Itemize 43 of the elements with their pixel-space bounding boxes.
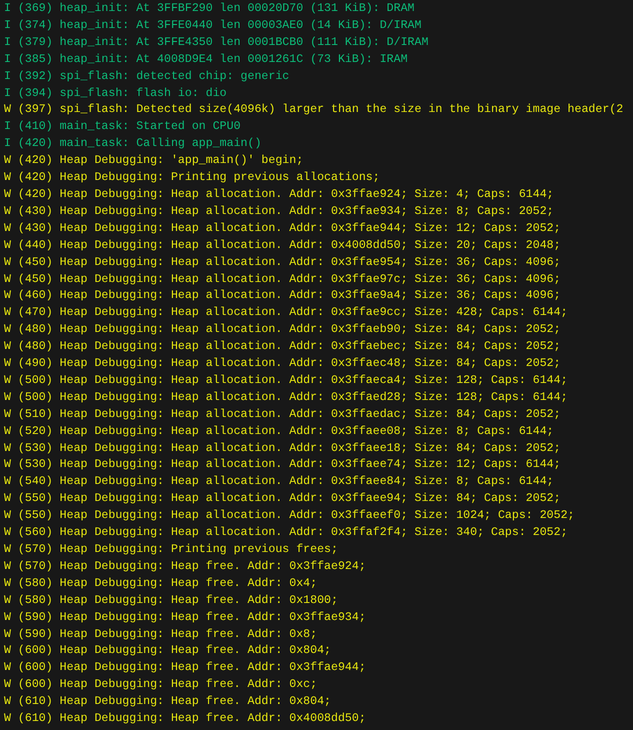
log-line: W (600) Heap Debugging: Heap free. Addr: 0xc; [4,677,318,694]
log-line: W (397) spi_flash: Detected size(4096k) larger than the size in the binary image header(2 [4,102,624,118]
log-line: W (450) Heap Debugging: Heap allocation. Addr: 0x3ffae97c; Size: 36; Caps: 4096; [4,272,561,288]
log-line: W (580) Heap Debugging: Heap free. Addr: 0x1800; [4,592,338,609]
log-line: W (430) Heap Debugging: Heap allocation. Addr: 0x3ffae934; Size: 8; Caps: 2052; [4,204,554,220]
log-line: W (550) Heap Debugging: Heap allocation. Addr: 0x3ffaee94; Size: 84; Caps: 2052; [4,491,561,508]
log-line: W (490) Heap Debugging: Heap allocation. Addr: 0x3ffaec48; Size: 84; Caps: 2052; [4,356,561,372]
log-line: W (600) Heap Debugging: Heap free. Addr: 0x804; [4,643,331,660]
log-line: W (600) Heap Debugging: Heap free. Addr: 0x3ffae944; [4,660,366,676]
log-line: W (460) Heap Debugging: Heap allocation. Addr: 0x3ffae9a4; Size: 36; Caps: 4096; [4,288,561,304]
log-line: W (550) Heap Debugging: Heap allocation. Addr: 0x3ffaeef0; Size: 1024; Caps: 2052; [4,508,575,524]
log-line: I (379) heap_init: At 3FFE4350 len 0001BCB0 (111 KiB): D/IRAM [4,34,428,51]
log-line: I (420) main_task: Calling app_main() [4,136,262,152]
log-line: I (369) heap_init: At 3FFBF290 len 00020D70 (131 KiB): DRAM [4,1,414,17]
log-line: W (450) Heap Debugging: Heap allocation. Addr: 0x3ffae954; Size: 36; Caps: 4096; [4,254,561,271]
log-line: W (420) Heap Debugging: Heap allocation. Addr: 0x3ffae924; Size: 4; Caps: 6144; [4,186,554,203]
log-line: W (610) Heap Debugging: Heap free. Addr: 0x4008dd50; [4,711,366,728]
log-line: W (570) Heap Debugging: Printing previous frees; [4,542,338,558]
log-line: W (590) Heap Debugging: Heap free. Addr: 0x8; [4,626,318,643]
log-line: W (470) Heap Debugging: Heap allocation. Addr: 0x3ffae9cc; Size: 428; Caps: 6144; [4,305,568,322]
log-line: W (530) Heap Debugging: Heap allocation. Addr: 0x3ffaee18; Size: 84; Caps: 2052; [4,440,561,457]
log-line: W (560) Heap Debugging: Heap allocation. Addr: 0x3ffaf2f4; Size: 340; Caps: 2052; [4,525,568,542]
log-line: W (420) Heap Debugging: Printing previous allocations; [4,170,380,186]
log-line: I (410) main_task: Started on CPU0 [4,119,241,136]
log-line: I (394) spi_flash: flash io: dio [4,86,227,102]
log-line: W (480) Heap Debugging: Heap allocation. Addr: 0x3ffaebec; Size: 84; Caps: 2052; [4,339,561,356]
log-line: W (500) Heap Debugging: Heap allocation. Addr: 0x3ffaed28; Size: 128; Caps: 6144; [4,390,568,406]
log-line: I (392) spi_flash: detected chip: generic [4,68,290,85]
log-line: W (500) Heap Debugging: Heap allocation. Addr: 0x3ffaeca4; Size: 128; Caps: 6144; [4,372,568,389]
log-line: W (570) Heap Debugging: Heap free. Addr: 0x3ffae924; [4,558,366,575]
log-line: W (420) Heap Debugging: 'app_main()' begin; [4,153,304,170]
log-line: W (480) Heap Debugging: Heap allocation. Addr: 0x3ffaeb90; Size: 84; Caps: 2052; [4,322,561,338]
log-line: I (385) heap_init: At 4008D9E4 len 0001261C (73 KiB): IRAM [4,52,408,68]
log-line: W (590) Heap Debugging: Heap free. Addr: 0x3ffae934; [4,610,366,626]
log-line: I (374) heap_init: At 3FFE0440 len 00003AE0 (14 KiB): D/IRAM [4,18,422,34]
log-line: W (520) Heap Debugging: Heap allocation. Addr: 0x3ffaee08; Size: 8; Caps: 6144; [4,424,554,440]
log-line: W (580) Heap Debugging: Heap free. Addr: 0x4; [4,576,318,592]
log-line: W (540) Heap Debugging: Heap allocation. Addr: 0x3ffaee84; Size: 8; Caps: 6144; [4,474,554,490]
log-line: W (440) Heap Debugging: Heap allocation. Addr: 0x4008dd50; Size: 20; Caps: 2048; [4,238,561,254]
log-line: W (610) Heap Debugging: Heap free. Addr: 0x804; [4,694,331,710]
log-line: W (510) Heap Debugging: Heap allocation. Addr: 0x3ffaedac; Size: 84; Caps: 2052; [4,406,561,423]
log-line: W (430) Heap Debugging: Heap allocation. Addr: 0x3ffae944; Size: 12; Caps: 2052; [4,220,561,237]
log-line: W (530) Heap Debugging: Heap allocation. Addr: 0x3ffaee74; Size: 12; Caps: 6144; [4,457,561,474]
